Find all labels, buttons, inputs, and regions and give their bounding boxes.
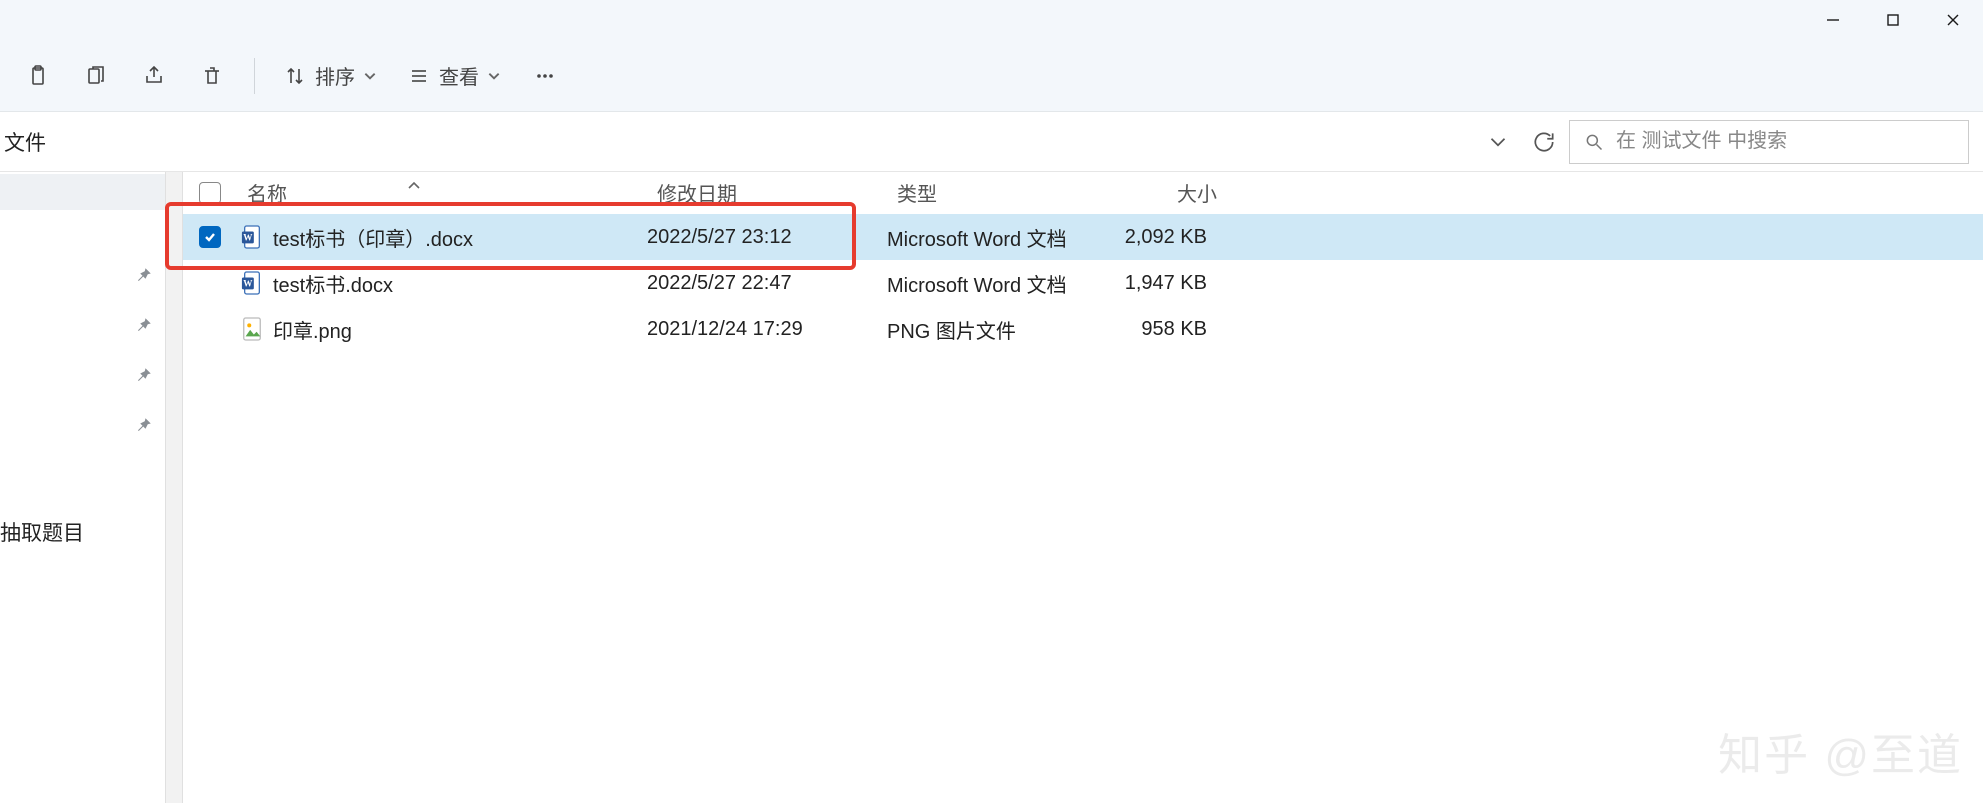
file-list-pane: 名称 修改日期 类型 大小 Wtest标书（印章）.docx2022/5/27 … bbox=[183, 172, 1983, 803]
word-file-icon: W bbox=[241, 224, 263, 250]
file-name: test标书（印章）.docx bbox=[267, 223, 647, 252]
share-icon bbox=[142, 64, 166, 88]
view-list-icon bbox=[407, 64, 431, 88]
sort-icon bbox=[283, 64, 307, 88]
file-type: PNG 图片文件 bbox=[887, 315, 1097, 344]
column-header-row: 名称 修改日期 类型 大小 bbox=[183, 172, 1983, 214]
copy-button[interactable] bbox=[70, 54, 122, 98]
share-button[interactable] bbox=[128, 54, 180, 98]
nav-pinned-item[interactable] bbox=[0, 250, 165, 300]
search-box[interactable] bbox=[1569, 120, 1969, 164]
address-bar-row: 文件 bbox=[0, 112, 1983, 172]
copy-icon bbox=[84, 64, 108, 88]
nav-pinned-item[interactable] bbox=[0, 400, 165, 450]
pin-icon bbox=[135, 266, 153, 284]
column-header-type[interactable]: 类型 bbox=[897, 178, 1107, 207]
chevron-down-icon bbox=[363, 69, 377, 83]
navigation-pane: 抽取题目 bbox=[0, 172, 165, 803]
nav-pinned-item[interactable] bbox=[0, 350, 165, 400]
image-file-icon bbox=[241, 316, 263, 342]
pin-icon bbox=[135, 366, 153, 384]
file-modified: 2021/12/24 17:29 bbox=[647, 318, 887, 341]
nav-item-selected[interactable] bbox=[0, 174, 165, 210]
file-row[interactable]: 印章.png2021/12/24 17:29PNG 图片文件958 KB bbox=[183, 306, 1983, 352]
file-size: 958 KB bbox=[1097, 318, 1217, 341]
pin-icon bbox=[135, 416, 153, 434]
close-button[interactable] bbox=[1923, 0, 1983, 40]
search-icon bbox=[1584, 132, 1604, 152]
file-name: test标书.docx bbox=[267, 269, 647, 298]
more-button[interactable] bbox=[519, 54, 571, 98]
word-file-icon: W bbox=[241, 270, 263, 296]
clipboard-icon bbox=[26, 64, 50, 88]
file-modified: 2022/5/27 23:12 bbox=[647, 226, 887, 249]
breadcrumb-current[interactable]: 文件 bbox=[0, 127, 46, 157]
maximize-button[interactable] bbox=[1863, 0, 1923, 40]
view-label: 查看 bbox=[439, 61, 479, 90]
row-checkbox[interactable] bbox=[199, 226, 221, 248]
nav-pinned-item[interactable] bbox=[0, 300, 165, 350]
file-size: 1,947 KB bbox=[1097, 272, 1217, 295]
file-modified: 2022/5/27 22:47 bbox=[647, 272, 887, 295]
file-type: Microsoft Word 文档 bbox=[887, 223, 1097, 252]
select-all-checkbox[interactable] bbox=[199, 182, 221, 204]
paste-button[interactable] bbox=[12, 54, 64, 98]
column-header-size[interactable]: 大小 bbox=[1107, 178, 1227, 207]
column-header-name[interactable]: 名称 bbox=[237, 178, 657, 207]
file-row[interactable]: Wtest标书（印章）.docx2022/5/27 23:12Microsoft… bbox=[183, 214, 1983, 260]
window-title-bar bbox=[0, 0, 1983, 40]
pane-splitter[interactable] bbox=[165, 172, 183, 803]
view-button[interactable]: 查看 bbox=[395, 54, 513, 98]
file-type: Microsoft Word 文档 bbox=[887, 269, 1097, 298]
minimize-button[interactable] bbox=[1803, 0, 1863, 40]
trash-icon bbox=[200, 64, 224, 88]
chevron-down-icon bbox=[487, 69, 501, 83]
search-input[interactable] bbox=[1616, 130, 1954, 153]
refresh-icon[interactable] bbox=[1531, 129, 1557, 155]
ellipsis-icon bbox=[533, 64, 557, 88]
sort-button[interactable]: 排序 bbox=[271, 54, 389, 98]
command-toolbar: 排序 查看 bbox=[0, 40, 1983, 112]
column-header-modified[interactable]: 修改日期 bbox=[657, 178, 897, 207]
delete-button[interactable] bbox=[186, 54, 238, 98]
watermark-text: 知乎 @至道 bbox=[1718, 719, 1963, 783]
svg-text:W: W bbox=[243, 279, 253, 289]
pin-icon bbox=[135, 316, 153, 334]
svg-text:W: W bbox=[243, 233, 253, 243]
file-size: 2,092 KB bbox=[1097, 226, 1217, 249]
sort-ascending-icon bbox=[407, 180, 421, 190]
chevron-down-icon[interactable] bbox=[1485, 129, 1511, 155]
file-name: 印章.png bbox=[267, 315, 647, 344]
file-row[interactable]: Wtest标书.docx2022/5/27 22:47Microsoft Wor… bbox=[183, 260, 1983, 306]
nav-item-label[interactable]: 抽取题目 bbox=[0, 517, 84, 547]
sort-label: 排序 bbox=[315, 61, 355, 90]
toolbar-divider bbox=[254, 58, 255, 94]
